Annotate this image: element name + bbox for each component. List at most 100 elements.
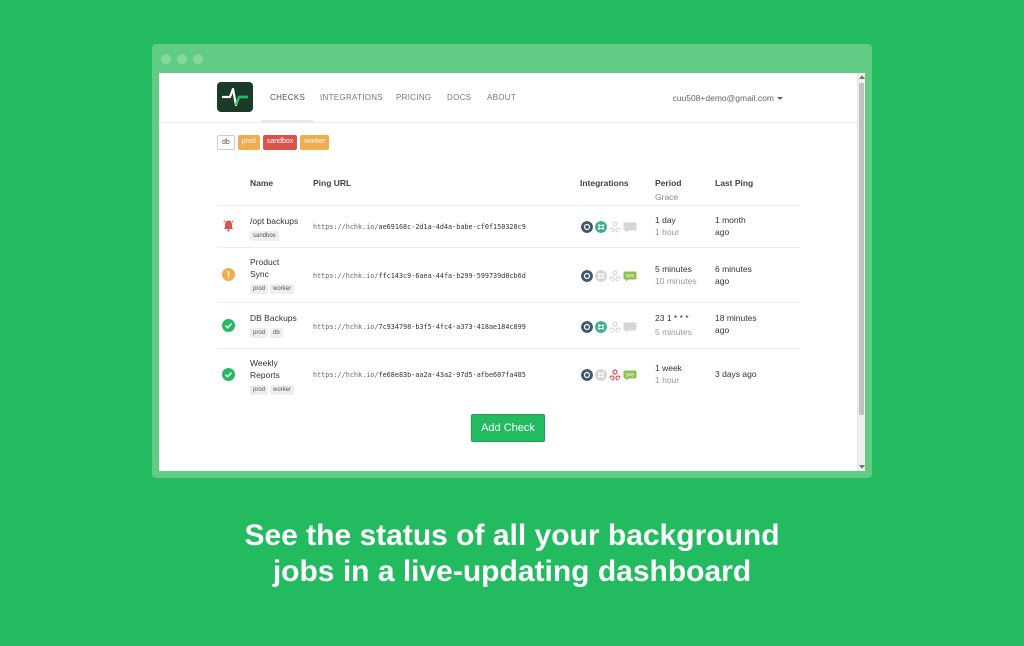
check-name-line: Product (250, 257, 280, 267)
browser-window: CHECKS INTEGRATIONS PRICING DOCS ABOUT c… (152, 44, 872, 478)
email-icon[interactable] (581, 269, 593, 287)
integrations-group: SMS (581, 269, 637, 287)
table-row[interactable]: DB Backups prod db https://hchk.io/7c9347… (217, 302, 800, 348)
integrations-group: SMS (581, 368, 637, 386)
tag-badge: worker (270, 385, 295, 395)
filter-tag-worker[interactable]: worker (300, 135, 330, 150)
last-ping-line: 18 minutes (715, 313, 757, 323)
last-ping-line: ago (715, 325, 730, 335)
grace-value: 1 hour (655, 375, 680, 385)
sms-icon[interactable]: SMS (623, 269, 637, 287)
tag-badge: prod (250, 284, 269, 294)
email-icon[interactable] (581, 320, 593, 338)
period: 1 week 1 hour (655, 362, 682, 386)
top-navbar: CHECKS INTEGRATIONS PRICING DOCS ABOUT c… (159, 73, 857, 123)
nav-integrations[interactable]: INTEGRATIONS (320, 93, 383, 102)
integrations-group (581, 320, 637, 338)
grace-warning-icon (222, 268, 235, 281)
window-dot-maximize (193, 54, 203, 64)
period: 23 1 * * * 5 minutes (655, 312, 692, 340)
last-ping-line: 3 days ago (715, 369, 757, 379)
column-header-ping-url: Ping URL (313, 178, 352, 188)
tag-badge: prod (250, 328, 269, 338)
column-header-period: Period Grace (655, 178, 681, 202)
period-value: 5 minutes (655, 264, 692, 274)
last-ping: 18 minutes ago (715, 312, 757, 336)
tagline-line-1: See the status of all your background (244, 519, 780, 552)
ping-url[interactable]: https://hchk.io/ffc143c9-6aea-44fa-b299-… (313, 270, 526, 282)
check-name: DB Backups prod db (250, 312, 297, 338)
alarm-bell-icon (222, 219, 235, 232)
column-header-last-ping: Last Ping (715, 178, 754, 188)
nav-docs[interactable]: DOCS (447, 93, 471, 102)
last-ping: 1 month ago (715, 214, 746, 238)
last-ping-line: 6 minutes (715, 264, 752, 274)
check-name: Product Sync prod worker (250, 256, 296, 294)
logo-icon[interactable] (217, 82, 253, 112)
period-value: 1 week (655, 363, 682, 373)
sms-icon[interactable] (623, 220, 637, 238)
tag-badge: prod (250, 385, 269, 395)
table-row[interactable]: Product Sync prod worker https://hchk.io/f… (217, 247, 800, 302)
nav-pricing[interactable]: PRICING (396, 93, 431, 102)
webhook-icon[interactable] (609, 320, 621, 338)
check-up-icon (222, 368, 235, 381)
check-name-line: Sync (250, 269, 269, 279)
slack-icon[interactable] (595, 368, 607, 386)
email-icon[interactable] (581, 220, 593, 238)
ping-url[interactable]: https://hchk.io/7c934798-b3f5-4fc4-a373-… (313, 321, 526, 333)
caret-down-icon (777, 97, 783, 101)
scroll-down-arrow-icon[interactable] (859, 465, 865, 469)
scroll-up-arrow-icon[interactable] (859, 75, 865, 79)
table-row[interactable]: /opt backups sandbox https://hchk.io/ae6… (217, 205, 800, 247)
ping-url-base: https://hchk.io/ (313, 223, 379, 231)
filter-tag-prod[interactable]: prod (237, 135, 260, 150)
tag-badge: sandbox (250, 231, 279, 241)
user-menu[interactable]: cuu508+demo@gmail.com (673, 93, 783, 103)
integrations-group (581, 220, 637, 238)
active-nav-indicator (261, 120, 313, 123)
webhook-icon[interactable] (609, 368, 621, 386)
last-ping-line: 1 month (715, 215, 746, 225)
ping-url-base: https://hchk.io/ (313, 371, 379, 379)
last-ping: 3 days ago (715, 368, 757, 380)
ping-url-base: https://hchk.io/ (313, 323, 379, 331)
check-up-icon (222, 319, 235, 332)
last-ping-line: ago (715, 227, 730, 237)
webhook-icon[interactable] (609, 220, 621, 238)
grace-value: 1 hour (655, 227, 680, 237)
period: 5 minutes 10 minutes (655, 263, 697, 287)
email-icon[interactable] (581, 368, 593, 386)
filter-tag-sandbox[interactable]: sandbox (262, 135, 298, 150)
ping-url-uuid: ae69168c-2d1a-4d4a-babe-cf0f150320c9 (378, 223, 526, 231)
add-check-button[interactable]: Add Check (471, 414, 545, 442)
slack-icon[interactable] (595, 320, 607, 338)
sms-icon[interactable]: SMS (623, 368, 637, 386)
tag-badge: worker (270, 284, 295, 294)
last-ping: 6 minutes ago (715, 263, 752, 287)
column-header-name: Name (250, 178, 274, 188)
window-dot-minimize (177, 54, 187, 64)
scrollbar[interactable] (857, 73, 865, 471)
sms-icon-label: SMS (626, 273, 635, 278)
ping-url[interactable]: https://hchk.io/fe68e83b-aa2a-43a2-97d5-… (313, 369, 526, 381)
scrollbar-thumb[interactable] (859, 83, 864, 415)
ping-url-base: https://hchk.io/ (313, 272, 379, 280)
ping-url[interactable]: https://hchk.io/ae69168c-2d1a-4d4a-babe-… (313, 221, 526, 233)
table-row[interactable]: Weekly Reports prod worker https://hchk.io… (217, 348, 800, 400)
period-value: 1 day (655, 215, 676, 225)
page-viewport: CHECKS INTEGRATIONS PRICING DOCS ABOUT c… (159, 73, 865, 471)
filter-tag-db[interactable]: db (217, 135, 235, 150)
nav-about[interactable]: ABOUT (487, 93, 516, 102)
webhook-icon[interactable] (609, 269, 621, 287)
check-name: /opt backups sandbox (250, 215, 298, 241)
slack-icon[interactable] (595, 220, 607, 238)
sms-icon[interactable] (623, 320, 637, 338)
nav-checks[interactable]: CHECKS (270, 93, 305, 102)
check-name-line: Reports (250, 370, 280, 380)
grace-label: Grace (655, 192, 679, 202)
period: 1 day 1 hour (655, 214, 679, 238)
period-value: 23 1 * * * (655, 313, 689, 323)
tag-badge: db (270, 328, 283, 338)
slack-icon[interactable] (595, 269, 607, 287)
